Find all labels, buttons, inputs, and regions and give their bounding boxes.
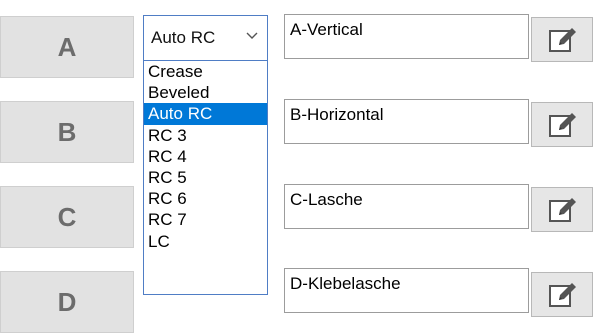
letter-button-b[interactable]: B [0,101,134,163]
name-field-a[interactable]: A-Vertical [284,14,529,59]
option-rc-5[interactable]: RC 5 [144,167,267,188]
edit-pencil-icon [549,27,576,52]
option-rc-3[interactable]: RC 3 [144,125,267,146]
type-select-dropdown: Crease Beveled Auto RC RC 3 RC 4 RC 5 RC… [143,61,268,295]
letter-button-a[interactable]: A [0,16,134,78]
edit-button-a[interactable] [531,17,593,62]
option-beveled[interactable]: Beveled [144,82,267,103]
edit-pencil-icon [549,112,576,137]
type-select-value: Auto RC [151,28,216,47]
edit-button-b[interactable] [531,102,593,147]
option-crease[interactable]: Crease [144,61,267,82]
option-rc-7[interactable]: RC 7 [144,209,267,230]
option-rc-4[interactable]: RC 4 [144,146,267,167]
name-field-c[interactable]: C-Lasche [284,184,529,229]
chevron-down-icon [246,32,258,39]
edit-pencil-icon [549,197,576,222]
name-field-d[interactable]: D-Klebelasche [284,268,529,313]
letter-button-c[interactable]: C [0,186,134,248]
option-lc[interactable]: LC [144,231,267,252]
edit-button-c[interactable] [531,187,593,232]
letter-button-d[interactable]: D [0,271,134,333]
option-rc-6[interactable]: RC 6 [144,188,267,209]
name-field-b[interactable]: B-Horizontal [284,99,529,144]
option-auto-rc[interactable]: Auto RC [144,103,267,125]
type-select[interactable]: Auto RC [143,15,268,61]
